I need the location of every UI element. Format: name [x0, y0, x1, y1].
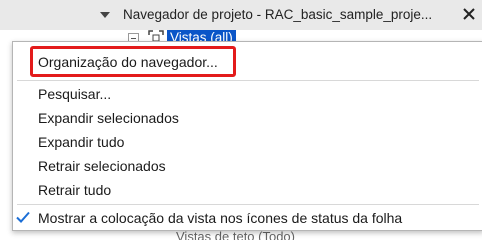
menu-item-expand-all[interactable]: Expandir tudo: [38, 131, 124, 153]
menu-separator: [17, 80, 479, 81]
checkmark-icon: [15, 209, 31, 225]
context-menu: Organização do navegador... Pesquisar...…: [12, 41, 482, 231]
menu-separator: [17, 204, 479, 205]
close-icon[interactable]: [461, 6, 477, 22]
menu-item-browser-organization[interactable]: Organização do navegador...: [38, 51, 218, 73]
menu-item-show-view-placement[interactable]: Mostrar a colocação da vista nos ícones …: [38, 207, 402, 229]
panel-title: Navegador de projeto - RAC_basic_sample_…: [123, 7, 433, 22]
dropdown-arrow-icon[interactable]: [98, 8, 112, 22]
menu-item-collapse-selected[interactable]: Retrair selecionados: [38, 155, 166, 177]
menu-item-search[interactable]: Pesquisar...: [38, 83, 111, 105]
menu-item-collapse-all[interactable]: Retrair tudo: [38, 179, 111, 201]
menu-item-expand-selected[interactable]: Expandir selecionados: [38, 107, 179, 129]
